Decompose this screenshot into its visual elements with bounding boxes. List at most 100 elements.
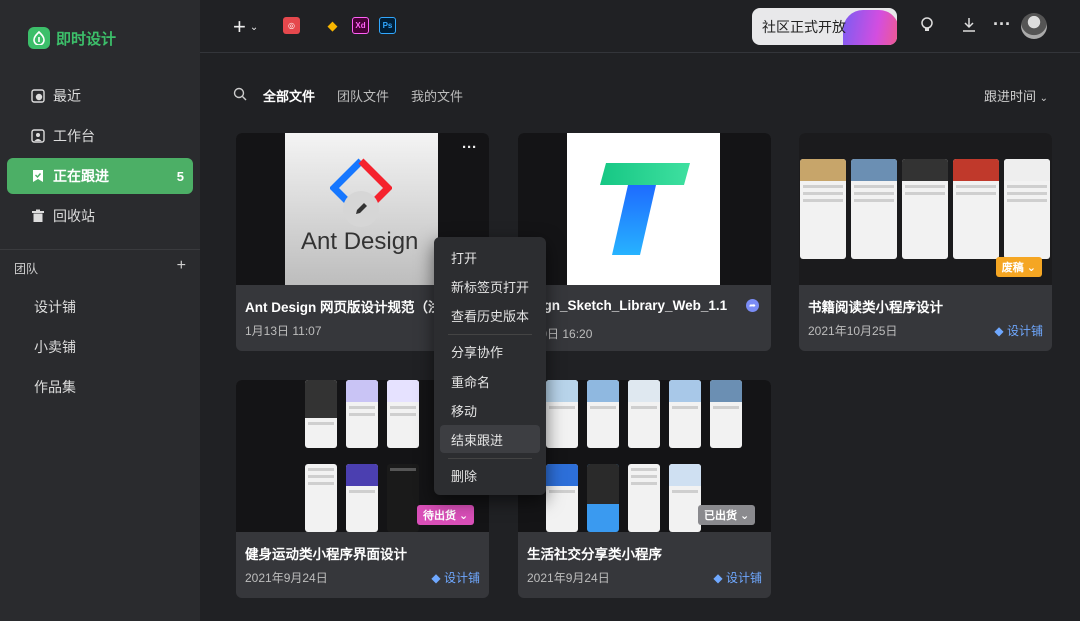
screen-preview: [305, 380, 337, 448]
t-logo-cover: [567, 133, 720, 285]
sidebar-team-item[interactable]: 作品集: [34, 377, 76, 397]
file-date: 2021年9月24日: [245, 571, 328, 585]
status-badge-label: 待出货: [423, 510, 456, 522]
sidebar-item-following[interactable]: 正在跟进 5: [7, 158, 193, 194]
t-logo-icon: [600, 163, 690, 255]
screen-preview: [800, 159, 846, 259]
screen-preview: [546, 380, 578, 448]
create-new-button[interactable]: + ⌄: [233, 14, 258, 40]
screen-preview: [546, 464, 578, 532]
card-more-icon[interactable]: ···: [462, 139, 477, 156]
import-app-icon[interactable]: ◎: [283, 17, 300, 34]
screen-preview: [628, 380, 660, 448]
file-thumbnail: 已出货 ⌄: [518, 380, 771, 532]
sidebar-item-label: 回收站: [53, 208, 95, 224]
notice-illustration: [843, 10, 897, 45]
sidebar-item-workspace[interactable]: 工作台: [7, 118, 193, 154]
file-filter-bar: 全部文件 团队文件 我的文件: [233, 86, 485, 105]
app-name: 即时设计: [56, 30, 117, 48]
community-notice-banner[interactable]: 社区正式开放: [752, 8, 897, 45]
menu-item-open-new-tab[interactable]: 新标签页打开: [440, 272, 540, 300]
screen-preview: [953, 159, 999, 259]
screen-preview: [346, 464, 378, 532]
tab-my-files[interactable]: 我的文件: [411, 86, 463, 105]
more-options-icon[interactable]: ···: [993, 14, 1011, 35]
menu-item-rename[interactable]: 重命名: [440, 367, 540, 395]
following-count-badge: 5: [176, 168, 184, 184]
screen-preview: [305, 464, 337, 532]
screen-preview: [710, 380, 742, 448]
menu-item-version-history[interactable]: 查看历史版本: [440, 301, 540, 329]
sidebar-divider: [0, 249, 200, 250]
file-card[interactable]: Design_Sketch_Library_Web_1.1 ➦ 1月20日 16…: [518, 133, 771, 351]
menu-item-delete[interactable]: 删除: [440, 461, 540, 489]
bookmark-check-icon: [31, 169, 45, 183]
chevron-down-icon: ⌄: [249, 21, 259, 33]
status-badge-label: 已出货: [704, 510, 737, 522]
ps-icon[interactable]: Ps: [379, 17, 396, 34]
file-thumbnail: 废稿 ⌄: [799, 133, 1052, 285]
screen-preview: [587, 464, 619, 532]
user-avatar[interactable]: [1021, 13, 1047, 39]
sort-label: 跟进时间: [983, 89, 1036, 104]
screen-preview: [346, 380, 378, 448]
xd-icon[interactable]: Xd: [352, 17, 369, 34]
menu-item-share[interactable]: 分享协作: [440, 337, 540, 365]
sidebar-item-recent[interactable]: 最近: [7, 78, 193, 114]
top-bar: + ⌄ ◎ ◆ Xd Ps 社区正式开放 ···: [200, 0, 1080, 53]
tab-team-files[interactable]: 团队文件: [337, 86, 389, 105]
search-icon[interactable]: [233, 87, 247, 104]
sidebar-team-item[interactable]: 设计铺: [34, 297, 76, 317]
status-badge[interactable]: 废稿 ⌄: [995, 257, 1042, 277]
app-logo[interactable]: 即时设计: [28, 27, 116, 49]
team-header-label: 团队: [14, 262, 39, 276]
menu-item-open[interactable]: 打开: [440, 243, 540, 271]
file-title: 健身运动类小程序界面设计: [245, 547, 407, 562]
file-card[interactable]: 废稿 ⌄ 书籍阅读类小程序设计 2021年10月25日 ◆ 设计铺: [799, 133, 1052, 351]
shared-icon: ➦: [746, 299, 759, 312]
status-badge[interactable]: 待出货 ⌄: [417, 505, 475, 525]
menu-item-move[interactable]: 移动: [440, 396, 540, 424]
ant-design-cover: Ant Design: [285, 133, 438, 285]
screen-preview: [387, 464, 419, 532]
sidebar-item-trash[interactable]: 回收站: [7, 198, 193, 234]
file-title: Ant Design 网页版设计规范（浅: [245, 300, 442, 315]
sketch-icon[interactable]: ◆: [324, 17, 341, 34]
screen-preview: [669, 380, 701, 448]
screen-preview: [851, 159, 897, 259]
file-title: 书籍阅读类小程序设计: [808, 300, 943, 315]
download-icon[interactable]: [961, 17, 977, 37]
tab-all-files[interactable]: 全部文件: [263, 86, 315, 105]
team-link[interactable]: ◆ 设计铺: [994, 322, 1043, 339]
chevron-down-icon: ⌄: [1039, 93, 1048, 104]
thumb-text: Ant Design: [301, 228, 419, 255]
screen-preview: [587, 380, 619, 448]
sidebar-item-label: 正在跟进: [53, 168, 109, 184]
plus-icon: +: [233, 14, 246, 39]
sidebar: 即时设计 最近 工作台 正在跟进 5 回收站 团队 + 设计铺 小卖铺 作品集: [0, 0, 200, 621]
file-date: 1月13日 11:07: [245, 324, 322, 338]
edit-pencil-icon: [343, 191, 379, 227]
menu-divider: [448, 334, 532, 335]
file-date: 2021年10月25日: [808, 324, 898, 338]
status-badge-label: 废稿: [1001, 262, 1024, 274]
screen-preview: [669, 464, 701, 532]
add-team-button[interactable]: +: [177, 258, 186, 277]
menu-item-stop-following[interactable]: 结束跟进: [440, 425, 540, 453]
app-root: 即时设计 最近 工作台 正在跟进 5 回收站 团队 + 设计铺 小卖铺 作品集: [0, 0, 1080, 621]
notice-text: 社区正式开放: [762, 18, 846, 35]
file-card[interactable]: 已出货 ⌄ 生活社交分享类小程序 2021年9月24日 ◆ 设计铺: [518, 380, 771, 598]
sort-dropdown[interactable]: 跟进时间 ⌄: [984, 86, 1048, 105]
lightbulb-icon[interactable]: [920, 17, 934, 37]
team-link[interactable]: ◆ 设计铺: [431, 569, 480, 586]
sidebar-team-item[interactable]: 小卖铺: [34, 337, 76, 357]
status-badge[interactable]: 已出货 ⌄: [698, 505, 756, 525]
team-link[interactable]: ◆ 设计铺: [713, 569, 762, 586]
screen-preview: [628, 464, 660, 532]
file-title: 生活社交分享类小程序: [527, 547, 662, 562]
screen-preview: [387, 380, 419, 448]
team-section-header: 团队 +: [14, 258, 186, 277]
menu-divider: [448, 458, 532, 459]
file-date: 2021年9月24日: [527, 571, 610, 585]
workspace-icon: [31, 129, 45, 143]
